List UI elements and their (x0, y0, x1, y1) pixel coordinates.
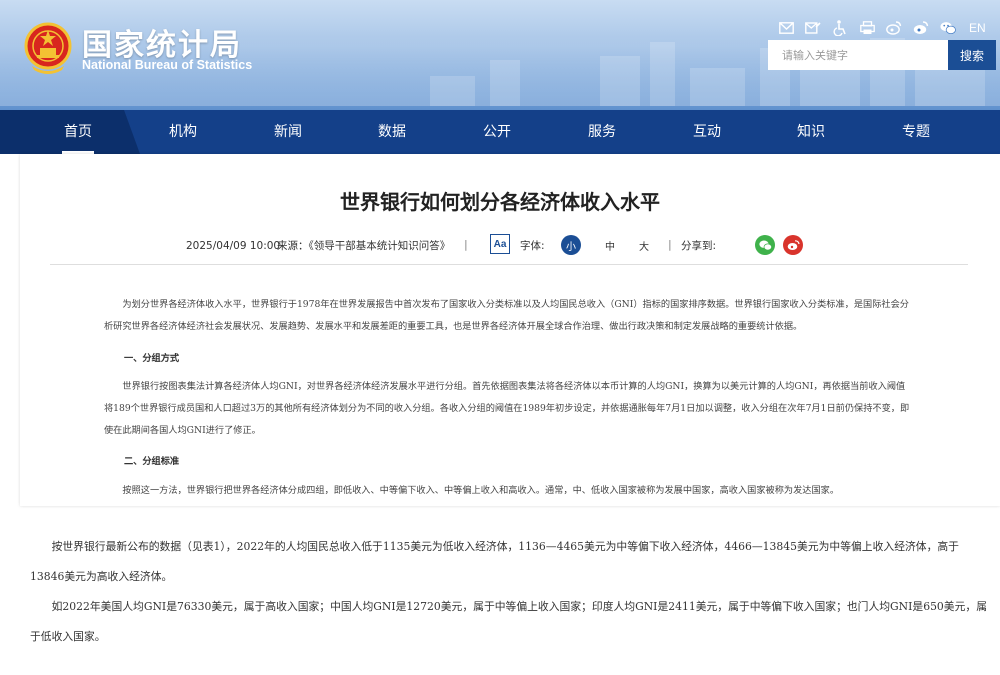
section-heading: 一、分组方式 (124, 353, 180, 364)
national-emblem-icon[interactable] (24, 22, 72, 74)
print-icon[interactable] (859, 20, 875, 36)
article-source: 来源：《领导干部基本统计知识问答》 (277, 240, 451, 252)
search-button[interactable]: 搜索 (948, 40, 996, 70)
font-size-label: 字体: (520, 240, 545, 252)
nav-item-data[interactable]: 数据 (362, 110, 422, 154)
font-aa-icon[interactable]: Aa (490, 234, 510, 254)
nav-item-news[interactable]: 新闻 (258, 110, 318, 154)
section-heading: 二、分组标准 (124, 456, 180, 467)
share-weibo-icon[interactable] (783, 235, 803, 255)
edit-mail-icon[interactable] (805, 20, 821, 36)
font-size-medium[interactable]: 中 (600, 235, 620, 255)
site-logo-en[interactable]: National Bureau of Statistics (82, 58, 252, 72)
meta-separator: | (668, 238, 672, 251)
meta-divider (50, 264, 968, 265)
font-size-small[interactable]: 小 (561, 235, 581, 255)
nav-item-service[interactable]: 服务 (572, 110, 632, 154)
nav-item-organization[interactable]: 机构 (153, 110, 213, 154)
article-paragraph: 世界银行按图表集法计算各经济体人均GNI，对世界各经济体经济发展水平进行分组。首… (104, 381, 910, 436)
weibo-icon[interactable] (886, 20, 902, 36)
article-date: 2025/04/09 10:00 (186, 240, 281, 252)
share-label: 分享到: (681, 240, 717, 252)
weibo-alt-icon[interactable] (913, 20, 929, 36)
main-nav: 首页 机构 新闻 数据 公开 服务 互动 知识 专题 (0, 110, 1000, 154)
mail-icon[interactable] (778, 20, 794, 36)
nav-item-knowledge[interactable]: 知识 (781, 110, 841, 154)
accessibility-icon[interactable] (832, 20, 848, 36)
nav-item-interaction[interactable]: 互动 (677, 110, 737, 154)
article-paragraph: 按照这一方法，世界银行把世界各经济体分成四组，即低收入、中等偏下收入、中等偏上收… (122, 485, 840, 496)
meta-separator: | (464, 238, 468, 251)
article-title: 世界银行如何划分各经济体收入水平 (340, 190, 660, 214)
top-utility-icons: EN (778, 18, 986, 38)
nav-item-topics[interactable]: 专题 (886, 110, 946, 154)
site-header: 国家统计局 National Bureau of Statistics EN 搜… (0, 0, 1000, 154)
article-paragraph: 为划分世界各经济体收入水平，世界银行于1978年在世界发展报告中首次发布了国家收… (104, 299, 909, 332)
nav-item-disclosure[interactable]: 公开 (467, 110, 527, 154)
article-paragraph: 如2022年美国人均GNI是76330美元，属于高收入国家；中国人均GNI是12… (30, 600, 987, 643)
search-input[interactable] (768, 40, 948, 70)
nav-item-home[interactable]: 首页 (48, 110, 108, 154)
language-switch-en[interactable]: EN (969, 21, 986, 35)
font-size-large[interactable]: 大 (634, 235, 654, 255)
share-wechat-icon[interactable] (755, 235, 775, 255)
article-paragraph: 按世界银行最新公布的数据（见表1），2022年的人均国民总收入低于1135美元为… (30, 540, 959, 583)
wechat-icon[interactable] (940, 20, 956, 36)
